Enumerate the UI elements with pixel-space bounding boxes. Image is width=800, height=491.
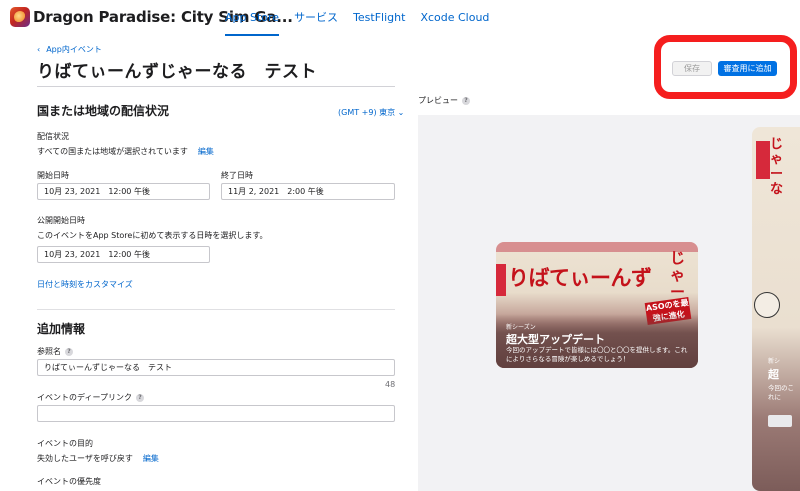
reference-name-label: 参照名 <box>37 347 61 356</box>
event-purpose-label: イベントの目的 <box>37 439 93 448</box>
end-date-input[interactable]: 11月 2, 2021 2:00 午後 <box>221 183 395 200</box>
card-detail-body: 今回のこれに <box>768 384 794 401</box>
card-detail-button[interactable] <box>768 415 792 427</box>
card-art-stripe <box>496 242 698 252</box>
event-purpose-value: 失効したユーザを呼び戻す <box>37 454 133 463</box>
customize-datetime-link[interactable]: 日付と時刻をカスタマイズ <box>37 279 133 290</box>
section-divider <box>37 309 395 310</box>
card-detail-text-layer: 新シ 超 今回のこれに <box>752 127 800 491</box>
app-icon[interactable] <box>10 7 30 27</box>
start-date-label: 開始日時 <box>37 171 69 180</box>
end-date-label: 終了日時 <box>221 171 253 180</box>
card-detail-heading: 超 <box>768 368 779 381</box>
help-icon[interactable]: ? <box>135 394 144 402</box>
deeplink-input[interactable] <box>37 405 395 422</box>
header-divider <box>37 86 395 87</box>
preview-label: プレビュー <box>418 96 458 105</box>
edit-availability-link[interactable]: 編集 <box>198 147 214 156</box>
deeplink-label: イベントのディープリンク <box>37 393 132 402</box>
card-heading: 超大型アップデート <box>506 333 605 346</box>
card-body: 今回のアップデートで皆様には〇〇と〇〇を提供します。これによりさらなる冒険が楽し… <box>506 346 688 363</box>
additional-info-section-title: 追加情報 <box>37 322 86 336</box>
event-card-preview[interactable]: りばてぃーんず じゃーな ASOのを最強に進化 新シーズン 超大型アップデート … <box>496 242 698 368</box>
event-priority-label: イベントの優先度 <box>37 477 101 486</box>
breadcrumb-label: App内イベント <box>46 45 102 54</box>
chevron-down-icon: ⌄ <box>397 108 405 117</box>
edit-purpose-link[interactable]: 編集 <box>143 454 159 463</box>
nav-links: App Store サービス TestFlight Xcode Cloud <box>225 0 489 36</box>
card-kicker: 新シーズン <box>506 324 536 331</box>
help-icon[interactable]: ? <box>65 348 73 356</box>
nav-link-app-store[interactable]: App Store <box>225 0 280 36</box>
chevron-left-icon: ‹ <box>37 45 41 54</box>
deeplink-label-row: イベントのディープリンク? <box>37 392 144 403</box>
publish-date-label: 公開開始日時 <box>37 216 85 225</box>
status-text: すべての国または地域が選択されています <box>37 147 188 156</box>
preview-label-row: プレビュー? <box>418 95 470 106</box>
card-detail-kicker: 新シ <box>768 358 781 365</box>
nav-link-services[interactable]: サービス <box>294 0 338 36</box>
nav-link-testflight[interactable]: TestFlight <box>353 0 405 36</box>
character-count: 48 <box>385 380 396 389</box>
publish-date-help: このイベントをApp Storeに初めて表示する日時を選択します。 <box>37 231 268 240</box>
reference-name-label-row: 参照名? <box>37 346 73 357</box>
timezone-label: (GMT +9) 東京 <box>338 108 396 117</box>
card-art-title: りばてぃーんず <box>508 266 652 290</box>
page-title: りばてぃーんずじゃーなる テスト <box>37 62 317 82</box>
nav-link-xcode-cloud[interactable]: Xcode Cloud <box>420 0 489 36</box>
event-purpose-row: 失効したユーザを呼び戻す 編集 <box>37 453 159 464</box>
top-navigation: Dragon Paradise: City Sim Ga... App Stor… <box>0 0 800 36</box>
publish-date-input[interactable]: 10月 23, 2021 12:00 午後 <box>37 246 210 263</box>
highlight-annotation <box>654 35 797 99</box>
availability-section-title: 国または地域の配信状況 <box>37 104 170 118</box>
reference-name-input[interactable]: りばてぃーんずじゃーなる テスト <box>37 359 395 376</box>
help-icon[interactable]: ? <box>462 97 470 105</box>
status-label: 配信状況 <box>37 132 69 141</box>
breadcrumb[interactable]: ‹ App内イベント <box>37 44 102 55</box>
card-art-tag <box>496 264 506 296</box>
timezone-selector[interactable]: (GMT +9) 東京 ⌄ <box>338 107 404 118</box>
start-date-input[interactable]: 10月 23, 2021 12:00 午後 <box>37 183 210 200</box>
status-text-row: すべての国または地域が選択されています 編集 <box>37 146 214 157</box>
